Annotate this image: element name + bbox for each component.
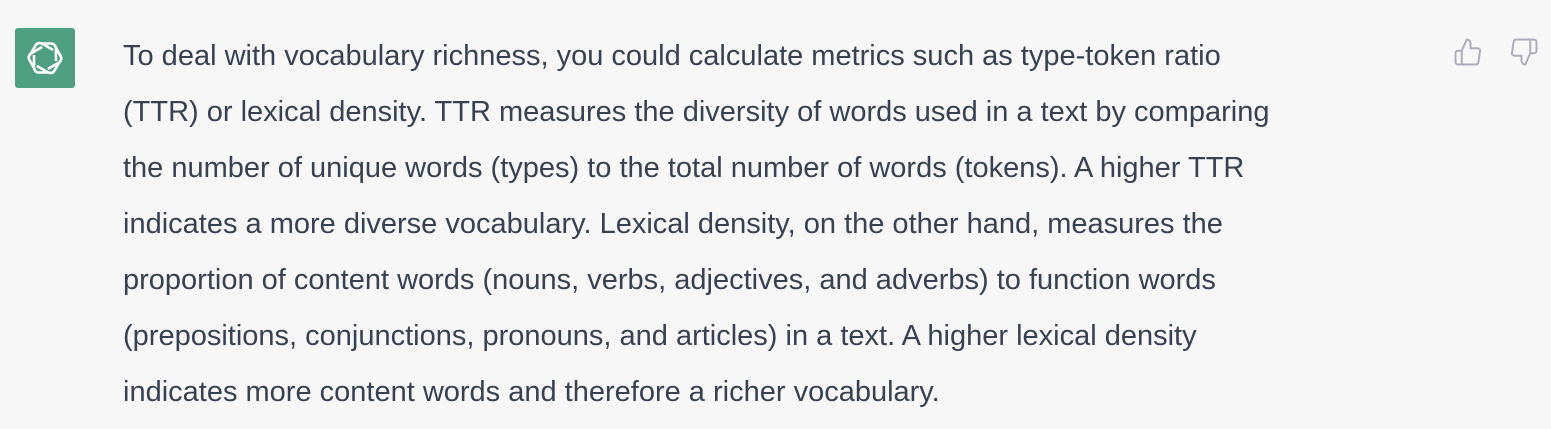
assistant-message-text: To deal with vocabulary richness, you co… <box>123 28 1423 420</box>
assistant-message-row: To deal with vocabulary richness, you co… <box>0 0 1551 429</box>
assistant-avatar <box>15 28 75 88</box>
dislike-button[interactable] <box>1507 34 1541 70</box>
thumbs-up-icon <box>1454 38 1482 66</box>
openai-logo-icon <box>27 41 63 75</box>
message-line: To deal with vocabulary richness, you co… <box>123 40 1221 72</box>
message-line: (prepositions, conjunctions, pronouns, a… <box>123 320 1197 352</box>
message-line: indicates a more diverse vocabulary. Lex… <box>123 208 1223 240</box>
message-line: the number of unique words (types) to th… <box>123 152 1245 184</box>
like-button[interactable] <box>1451 34 1485 70</box>
message-line: (TTR) or lexical density. TTR measures t… <box>123 96 1270 128</box>
thumbs-down-icon <box>1510 38 1538 66</box>
message-line: indicates more content words and therefo… <box>123 376 940 408</box>
message-line: proportion of content words (nouns, verb… <box>123 264 1216 296</box>
